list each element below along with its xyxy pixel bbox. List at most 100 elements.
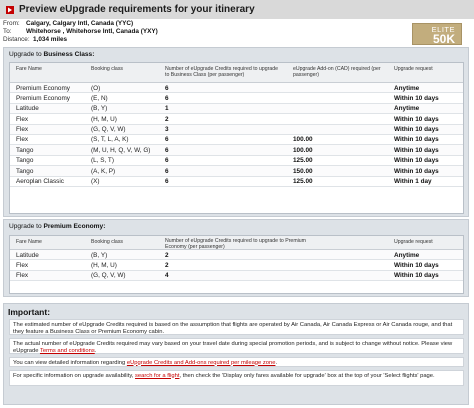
col-fare-name: Fare Name (16, 239, 42, 245)
booking-class-cell: (O) (91, 84, 101, 92)
credits-cell: 6 (165, 146, 169, 154)
credits-cell: 6 (165, 167, 169, 175)
fare-name-cell: Tango (16, 146, 34, 154)
col-credits: Number of eUpgrade Credits required to u… (165, 237, 306, 250)
addon-cell: 100.00 (293, 146, 313, 154)
fare-name-cell: Premium Economy (16, 94, 70, 102)
booking-class-cell: (H, M, U) (91, 115, 117, 123)
premium-section-title: Upgrade to Premium Economy: (9, 223, 105, 230)
upgrade-request-cell: Within 10 days (394, 136, 439, 144)
upgrade-request-cell: Anytime (394, 84, 420, 92)
from-value: Calgary, Calgary Intl, Canada (YYC) (26, 20, 134, 27)
upgrade-request-cell: Within 10 days (394, 94, 439, 102)
upgrade-request-cell: Within 10 days (394, 146, 439, 154)
booking-class-cell: (M, U, H, Q, V, W, G) (91, 146, 151, 154)
credits-cell: 2 (165, 251, 169, 259)
upgrade-request-cell: Within 10 days (394, 126, 439, 134)
credits-cell: 4 (165, 272, 169, 280)
credits-cell: 2 (165, 261, 169, 269)
business-title-prefix: Upgrade to (9, 51, 44, 58)
fare-name-cell: Flex (16, 272, 29, 280)
premium-upgrade-table: Fare Name Booking class Number of eUpgra… (9, 235, 464, 294)
table-row: Aeroplan Classic (X) 6 125.00 Within 1 day (10, 177, 463, 187)
table-row: Flex (G, Q, V, W) 3 Within 10 days (10, 124, 463, 135)
premium-title-prefix: Upgrade to (9, 223, 44, 230)
upgrade-request-cell: Within 10 days (394, 261, 439, 269)
important-notes: Important: The estimated number of eUpgr… (3, 303, 469, 405)
table-row: Premium Economy (E, N) 6 Within 10 days (10, 93, 463, 104)
table-row: Premium Economy (O) 6 Anytime (10, 83, 463, 94)
premium-upgrade-panel: Upgrade to Premium Economy: Fare Name Bo… (3, 219, 469, 297)
note-details-text: You can view detailed information regard… (13, 359, 127, 366)
to-label: To: (3, 28, 12, 35)
important-title: Important: (8, 307, 51, 317)
fare-name-cell: Flex (16, 261, 29, 269)
terms-link[interactable]: Terms and conditions (40, 348, 95, 354)
table-row: Flex (H, M, U) 2 Within 10 days (10, 114, 463, 125)
table-row: Tango (L, S, T) 6 125.00 Within 10 days (10, 156, 463, 167)
note-details-end: . (275, 359, 278, 366)
distance-value: 1,034 miles (33, 36, 68, 43)
search-flight-link[interactable]: search for a flight (135, 373, 179, 379)
business-upgrade-panel: Upgrade to Business Class: Fare Name Boo… (3, 47, 469, 217)
addon-cell: 100.00 (293, 136, 313, 144)
fare-name-cell: Premium Economy (16, 84, 70, 92)
booking-class-cell: (G, Q, V, W) (91, 272, 126, 280)
from-label: From: (3, 20, 20, 27)
col-fare-name: Fare Name (16, 66, 42, 72)
booking-class-cell: (H, M, U) (91, 261, 117, 269)
table-row: Flex (H, M, U) 2 Within 10 days (10, 260, 463, 271)
credits-cell: 6 (165, 84, 169, 92)
addon-cell: 125.00 (293, 178, 313, 186)
arrow-right-icon (6, 5, 14, 14)
business-table-body: Premium Economy (O) 6 Anytime Premium Econom… (10, 83, 463, 187)
note-variation-end: . (94, 347, 97, 354)
upgrade-request-cell: Within 1 day (394, 178, 432, 186)
upgrade-request-cell: Within 10 days (394, 167, 439, 175)
page-title: Preview eUpgrade requirements for your i… (19, 4, 255, 15)
booking-class-cell: (L, S, T) (91, 157, 114, 165)
credits-cell: 6 (165, 178, 169, 186)
booking-class-cell: (B, Y) (91, 105, 108, 113)
col-credits: Number of eUpgrade Credits required to u… (165, 66, 279, 78)
fare-name-cell: Latitude (16, 251, 39, 259)
premium-table-body: Latitude (B, Y) 2 Anytime Flex (H, M, U) 2 With… (10, 250, 463, 282)
tier-level: 50K (432, 32, 455, 46)
to-value: Whitehorse , Whitehorse Intl, Canada (YX… (26, 28, 158, 35)
note-details: You can view detailed information regard… (9, 357, 464, 367)
fare-name-cell: Flex (16, 126, 29, 134)
fare-name-cell: Flex (16, 115, 29, 123)
business-section-title: Upgrade to Business Class: (9, 51, 94, 58)
credits-cell: 6 (165, 136, 169, 144)
note-availability-end: , then check the 'Display only fares ava… (179, 372, 435, 379)
fare-name-cell: Tango (16, 167, 34, 175)
booking-class-cell: (G, Q, V, W) (91, 126, 126, 134)
business-table-header: Fare Name Booking class Number of eUpgra… (10, 63, 463, 83)
premium-title-bold: Premium Economy: (43, 223, 106, 230)
upgrade-request-cell: Within 10 days (394, 115, 439, 123)
fare-name-cell: Flex (16, 136, 29, 144)
table-row: Latitude (B, Y) 1 Anytime (10, 103, 463, 115)
note-assumption: The estimated number of eUpgrade Credits… (9, 319, 464, 335)
credits-cell: 2 (165, 115, 169, 123)
table-row: Flex (S, T, L, A, K) 6 100.00 Within 10 days (10, 135, 463, 146)
credits-addons-link[interactable]: eUpgrade Credits and Add-ons required pe… (127, 360, 276, 366)
col-upgrade-request: Upgrade request (394, 239, 433, 245)
table-row: Latitude (B, Y) 2 Anytime (10, 250, 463, 261)
credits-cell: 6 (165, 94, 169, 102)
elite-status-badge: ELITE 50K (412, 23, 462, 46)
route-info: From: Calgary, Calgary Intl, Canada (YYC… (3, 20, 469, 46)
upgrade-preview-page: Preview eUpgrade requirements for your i… (0, 0, 474, 408)
booking-class-cell: (S, T, L, A, K) (91, 136, 129, 144)
note-availability-text: For specific information on upgrade avai… (13, 372, 136, 379)
credits-cell: 3 (165, 126, 169, 134)
addon-cell: 150.00 (293, 167, 313, 175)
credits-cell: 6 (165, 157, 169, 165)
table-row: Flex (G, Q, V, W) 4 Within 10 days (10, 270, 463, 282)
col-upgrade-request: Upgrade request (394, 66, 433, 72)
fare-name-cell: Latitude (16, 105, 39, 113)
col-booking-class: Booking class (91, 239, 124, 245)
upgrade-request-cell: Within 10 days (394, 272, 439, 280)
fare-name-cell: Aeroplan Classic (16, 178, 64, 186)
upgrade-request-cell: Anytime (394, 105, 420, 113)
